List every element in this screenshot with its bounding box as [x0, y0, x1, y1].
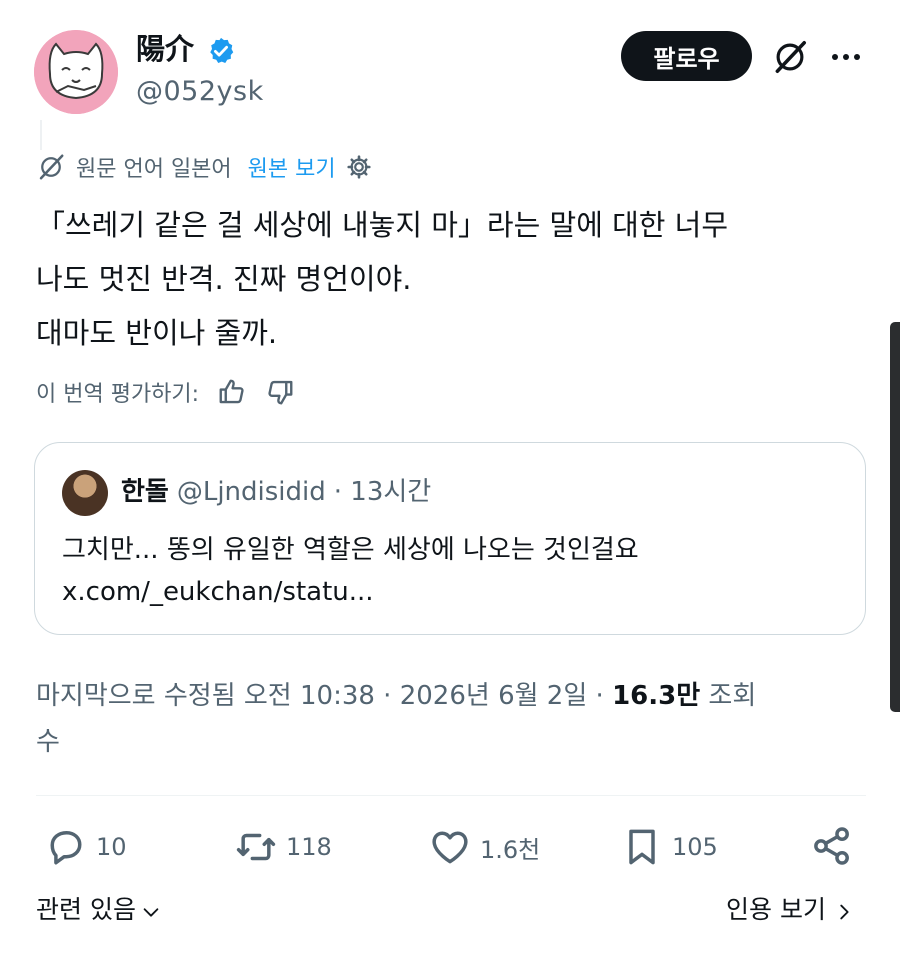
reply-button[interactable]: 10 — [44, 822, 127, 872]
repost-button[interactable]: 118 — [234, 822, 332, 872]
edited-timestamp[interactable]: 마지막으로 수정됨 오전 10:38 · 2026년 6월 2일 · — [36, 681, 612, 711]
like-icon — [432, 831, 468, 864]
grok-icon[interactable] — [771, 38, 809, 76]
like-count: 1.6천 — [480, 835, 541, 864]
cat-avatar-art — [34, 30, 118, 114]
reply-count: 10 — [96, 833, 127, 861]
rate-translation: 이 번역 평가하기: — [36, 374, 295, 410]
quote-author-avatar — [62, 470, 108, 516]
bookmark-button[interactable]: 105 — [620, 822, 718, 872]
translate-icon — [39, 154, 64, 180]
bookmark-count: 105 — [672, 833, 718, 861]
repost-icon — [236, 833, 276, 861]
tweet-line: 대마도 반이나 줄까. — [36, 316, 278, 350]
quote-text-line: 그치만... 똥의 유일한 역할은 세상에 나오는 것인걸요 — [62, 535, 639, 565]
like-button[interactable]: 1.6천 — [428, 822, 540, 872]
views-count: 16.3만 — [612, 681, 701, 711]
author-handle[interactable]: @052ysk — [136, 76, 264, 108]
views-label: 조회 — [700, 681, 757, 711]
author-name[interactable]: 陽介 — [136, 32, 194, 66]
quote-text: 그치만... 똥의 유일한 역할은 세상에 나오는 것인걸요 x.com/_eu… — [62, 529, 639, 613]
view-quotes-link[interactable]: 인용 보기 — [726, 890, 854, 930]
reply-icon — [50, 830, 82, 865]
quote-time: · 13시간 — [333, 477, 432, 507]
scrollbar[interactable] — [890, 322, 900, 712]
more-icon[interactable] — [828, 42, 864, 72]
views-label-end: 수 — [36, 727, 60, 757]
divider — [36, 795, 866, 796]
chevron-down-icon — [143, 908, 159, 917]
related-toggle[interactable]: 관련 있음 — [36, 890, 162, 930]
quote-author-handle: @Ljndisidid — [176, 477, 326, 507]
view-quotes-label: 인용 보기 — [726, 895, 826, 924]
thread-line — [40, 120, 42, 150]
share-icon[interactable] — [810, 824, 854, 868]
tweet-text: 「쓰레기 같은 걸 세상에 내놓지 마」라는 말에 대한 너무 나도 멋진 반격… — [36, 198, 876, 360]
quoted-tweet-card[interactable]: 한돌 @Ljndisidid · 13시간 그치만... 똥의 유일한 역할은 세상… — [34, 442, 866, 635]
quote-author-name: 한돌 — [121, 477, 169, 507]
rate-translation-label: 이 번역 평가하기: — [36, 382, 200, 407]
verified-badge-icon — [210, 37, 234, 63]
chevron-right-icon — [840, 904, 849, 920]
quote-link: x.com/_eukchan/statu... — [62, 577, 374, 607]
thumbs-up-icon[interactable] — [217, 377, 247, 407]
repost-count: 118 — [286, 833, 332, 861]
tweet-line: 「쓰레기 같은 걸 세상에 내놓지 마」라는 말에 대한 너무 — [36, 208, 729, 242]
follow-button[interactable]: 팔로우 — [621, 31, 752, 81]
translation-bar: 원문 언어 일본어 원본 보기 — [36, 150, 372, 184]
translation-source-label: 원문 언어 일본어 — [76, 157, 232, 182]
bookmark-icon — [629, 829, 655, 865]
author-avatar[interactable] — [34, 30, 118, 114]
related-label: 관련 있음 — [36, 895, 136, 924]
tweet-line: 나도 멋진 반격. 진짜 명언이야. — [36, 262, 412, 296]
view-original-link[interactable]: 원본 보기 — [248, 151, 336, 183]
thumbs-down-icon[interactable] — [265, 377, 295, 407]
tweet-meta: 마지막으로 수정됨 오전 10:38 · 2026년 6월 2일 · 16.3만… — [36, 673, 876, 765]
quote-header: 한돌 @Ljndisidid · 13시간 — [121, 472, 431, 512]
gear-icon[interactable] — [346, 154, 372, 180]
